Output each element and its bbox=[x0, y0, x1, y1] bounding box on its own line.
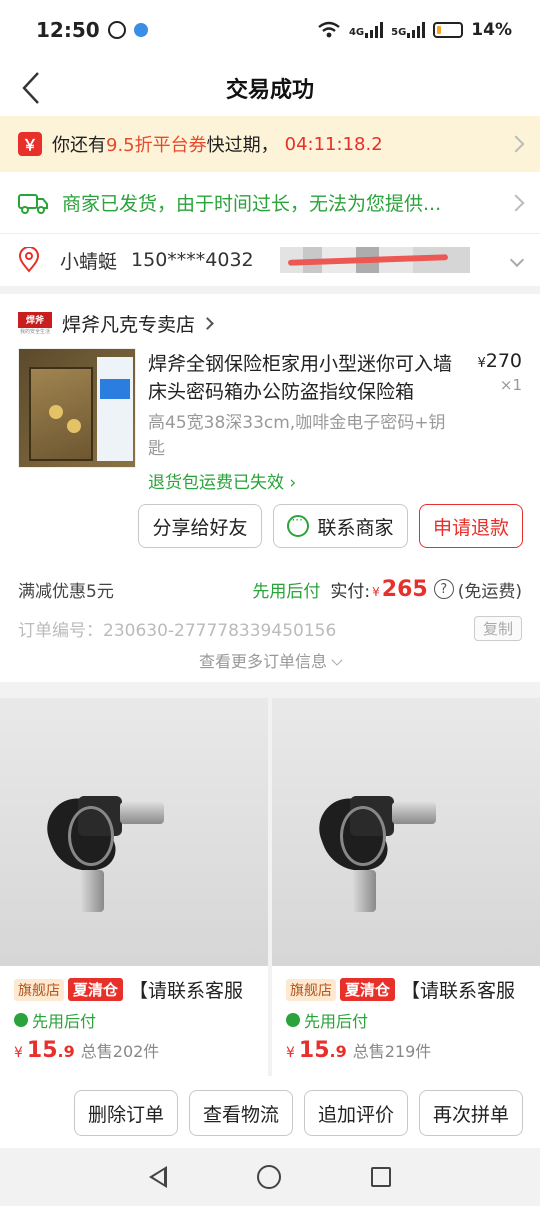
recommendation-image bbox=[272, 698, 540, 966]
payment-row: 满减优惠5元 先用后付 实付: ¥265 ? (免运费) bbox=[18, 574, 522, 604]
shipping-status-row[interactable]: 商家已发货，由于时间过长，无法为您提供... bbox=[0, 172, 540, 234]
shop-name: 焊斧凡克专卖店 bbox=[62, 313, 196, 336]
chevron-down-icon bbox=[509, 252, 525, 268]
wifi-icon bbox=[318, 21, 340, 38]
recommendation-price: ¥15.9 总售219件 bbox=[286, 1038, 432, 1063]
order-number-row: 订单编号：230630-277778339450156 复制 bbox=[18, 615, 522, 641]
nav-back-icon[interactable] bbox=[149, 1166, 167, 1188]
product-quantity: ×1 bbox=[499, 376, 522, 394]
status-bar: 12:50 4G 5G 14% bbox=[0, 0, 540, 60]
discount-text: 满减优惠5元 bbox=[18, 581, 114, 602]
pay-later-badge: 先用后付 bbox=[14, 1008, 96, 1032]
pay-later-label: 先用后付 bbox=[252, 581, 321, 602]
order-card: 焊斧 我的安全生活 焊斧凡克专卖店 焊斧全钢保险柜家用小型迷你可入墙床头密码箱办… bbox=[0, 294, 540, 682]
sale-tag: 夏清仓 bbox=[68, 978, 124, 1001]
location-pin-icon bbox=[18, 247, 40, 273]
recipient-phone: 150****4032 bbox=[131, 249, 254, 271]
redacted-address bbox=[279, 247, 470, 273]
battery-percent: 14% bbox=[471, 20, 512, 40]
paid-amount: ¥265 bbox=[372, 576, 428, 602]
app-notification-icon bbox=[133, 23, 148, 37]
coupon-icon: ￥ bbox=[18, 132, 42, 156]
battery-icon bbox=[433, 22, 464, 38]
nav-bar: 交易成功 bbox=[0, 60, 540, 116]
recommendation-title: 旗舰店 夏清仓 【请联系客服 bbox=[286, 976, 540, 1003]
shipping-fee-note: (免运费) bbox=[457, 581, 522, 602]
chevron-down-icon bbox=[331, 654, 343, 666]
refund-button[interactable]: 申请退款 bbox=[419, 504, 523, 548]
view-logistics-button[interactable]: 查看物流 bbox=[189, 1090, 293, 1136]
order-number: 订单编号：230630-277778339450156 bbox=[18, 620, 337, 641]
return-shipping-note[interactable]: 退货包运费已失效 › bbox=[148, 468, 296, 493]
shop-link[interactable]: 焊斧 我的安全生活 焊斧凡克专卖店 bbox=[18, 308, 214, 338]
coupon-suffix: 快过期， bbox=[206, 135, 279, 156]
nav-recents-icon[interactable] bbox=[371, 1167, 391, 1187]
leaf-icon bbox=[14, 1013, 28, 1027]
rebuy-button[interactable]: 再次拼单 bbox=[419, 1090, 523, 1136]
sale-tag: 夏清仓 bbox=[340, 978, 396, 1001]
recommendation-grid: 旗舰店 夏清仓 【请联系客服 先用后付 ¥15.9 总售202件 旗舰店 夏清仓 … bbox=[0, 698, 540, 1076]
coupon-countdown: 04:11:18.2 bbox=[284, 133, 383, 155]
page-title: 交易成功 bbox=[225, 78, 314, 103]
chat-icon bbox=[287, 513, 310, 537]
chevron-right-icon bbox=[507, 135, 525, 153]
signal-5g-icon: 5G bbox=[391, 22, 426, 38]
system-navigation bbox=[0, 1148, 540, 1206]
product-title[interactable]: 焊斧全钢保险柜家用小型迷你可入墙床头密码箱办公防盗指纹保险箱 bbox=[148, 350, 458, 406]
share-button[interactable]: 分享给好友 bbox=[138, 504, 262, 548]
coupon-prefix: 你还有 bbox=[52, 135, 106, 156]
contact-merchant-button[interactable]: 联系商家 bbox=[273, 504, 408, 548]
flagship-tag: 旗舰店 bbox=[286, 978, 336, 1001]
more-order-info[interactable]: 查看更多订单信息 bbox=[0, 648, 540, 672]
recommendation-title: 旗舰店 夏清仓 【请联系客服 bbox=[14, 976, 268, 1003]
chevron-right-icon bbox=[507, 194, 525, 211]
leaf-icon bbox=[286, 1013, 300, 1027]
add-review-button[interactable]: 追加评价 bbox=[304, 1090, 408, 1136]
recommendation-card[interactable]: 旗舰店 夏清仓 【请联系客服 先用后付 ¥15.9 总售202件 bbox=[0, 698, 268, 1076]
coupon-highlight: 9.5折平台券 bbox=[106, 135, 207, 156]
bottom-action-bar: 删除订单 查看物流 追加评价 再次拼单 bbox=[0, 1076, 540, 1148]
recipient-name: 小蜻蜓 bbox=[60, 250, 118, 273]
flagship-tag: 旗舰店 bbox=[14, 978, 64, 1001]
pay-later-badge: 先用后付 bbox=[286, 1008, 368, 1032]
shipping-text: 商家已发货，由于时间过长，无法为您提供... bbox=[62, 193, 442, 215]
status-time: 12:50 bbox=[36, 18, 100, 42]
product-spec: 高45宽38深33cm,咖啡金电子密码+钥匙 bbox=[148, 413, 446, 459]
back-arrow-icon bbox=[22, 72, 39, 104]
delete-order-button[interactable]: 删除订单 bbox=[74, 1090, 178, 1136]
recommendation-price: ¥15.9 总售202件 bbox=[14, 1038, 160, 1063]
signal-4g-icon: 4G bbox=[349, 22, 384, 38]
truck-icon bbox=[18, 193, 48, 214]
product-image[interactable] bbox=[18, 348, 136, 468]
recommendation-card[interactable]: 旗舰店 夏清仓 【请联系客服 先用后付 ¥15.9 总售219件 bbox=[272, 698, 540, 1076]
shop-logo: 焊斧 我的安全生活 bbox=[18, 308, 52, 338]
chevron-right-icon bbox=[201, 316, 214, 330]
copy-button[interactable]: 复制 bbox=[473, 615, 522, 641]
alarm-icon bbox=[107, 21, 126, 39]
product-price: ¥270 bbox=[477, 350, 522, 372]
recommendation-image bbox=[0, 698, 268, 966]
paid-label: 实付: bbox=[330, 581, 371, 602]
nav-home-icon[interactable] bbox=[257, 1165, 281, 1189]
back-button[interactable] bbox=[20, 70, 50, 106]
coupon-banner[interactable]: ￥ 你还有 9.5折平台券 快过期， 04:11:18.2 bbox=[0, 116, 540, 172]
help-icon[interactable]: ? bbox=[433, 579, 454, 599]
address-row[interactable]: 小蜻蜓 150****4032 bbox=[0, 234, 540, 286]
